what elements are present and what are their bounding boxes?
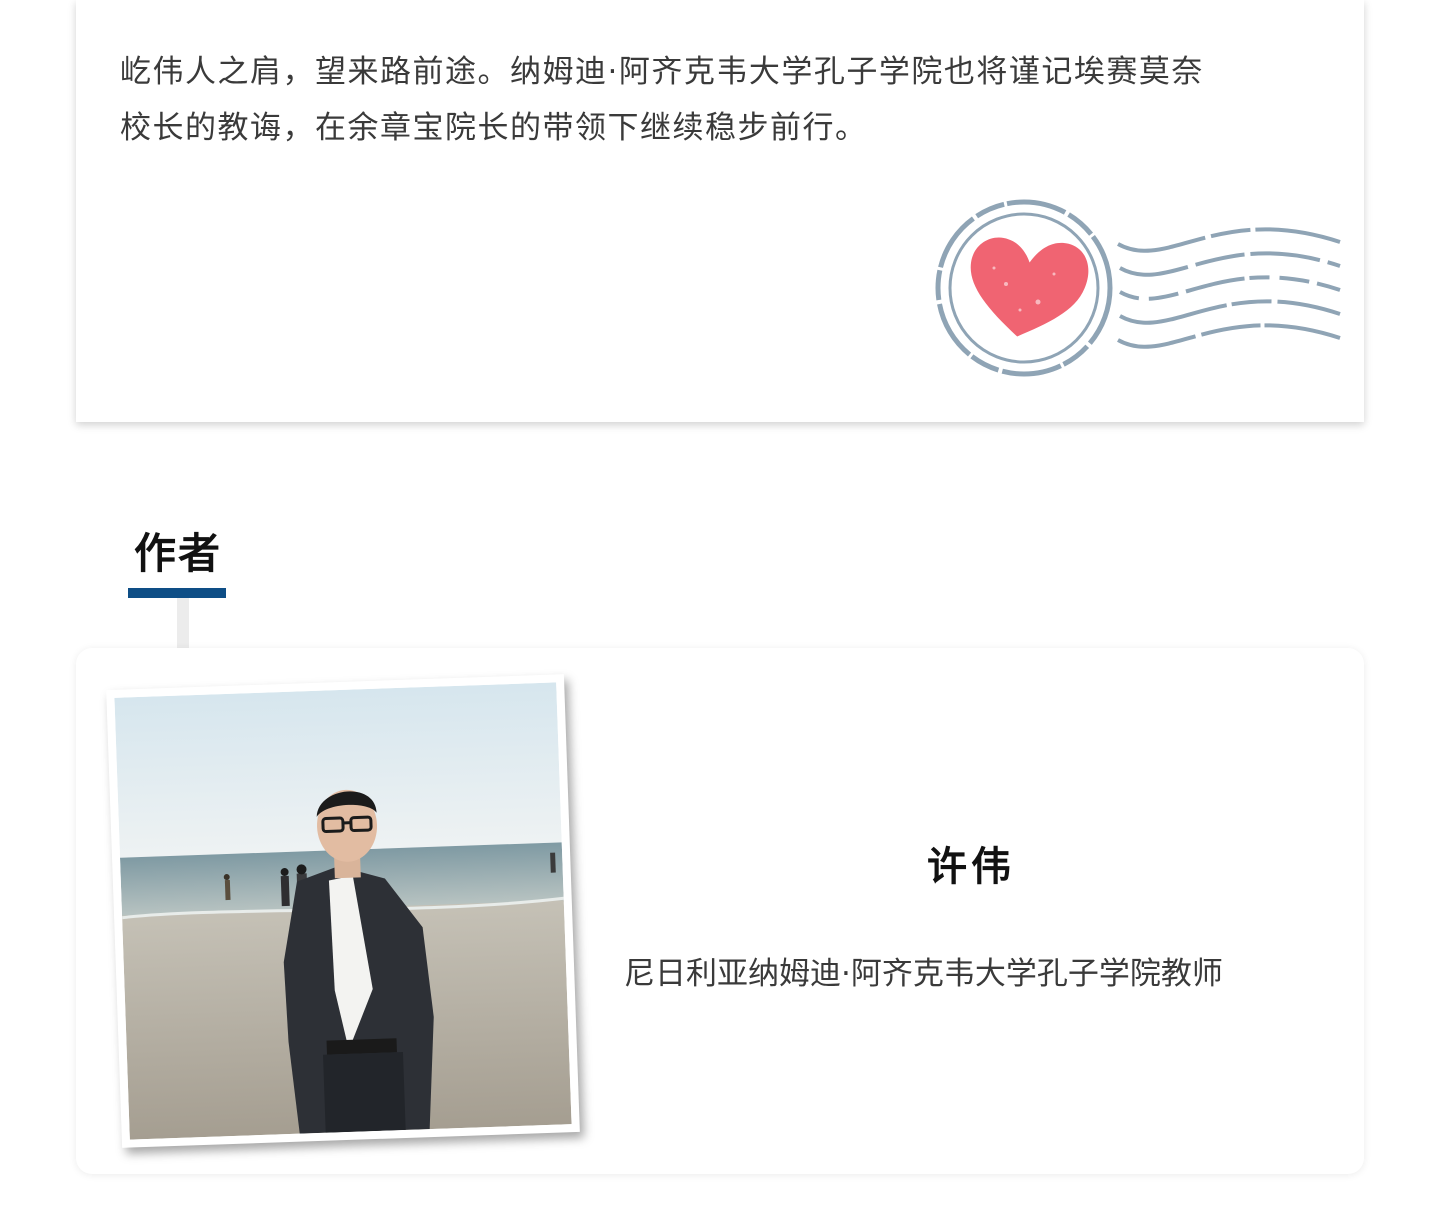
heart-postmark-icon <box>935 199 1341 377</box>
page: 屹伟人之肩，望来路前途。纳姆迪·阿齐克韦大学孔子学院也将谨记埃赛莫奈 校长的教诲… <box>0 0 1440 1223</box>
author-title: 尼日利亚纳姆迪·阿齐克韦大学孔子学院教师 <box>624 956 1223 992</box>
author-name: 许伟 <box>927 844 1015 890</box>
author-photo <box>106 674 580 1148</box>
section-title-underline <box>128 588 226 598</box>
section-connector <box>177 598 189 650</box>
author-card: 许伟 尼日利亚纳姆迪·阿齐克韦大学孔子学院教师 <box>76 648 1364 1174</box>
section-title-author: 作者 <box>134 529 223 578</box>
letter-line-2: 校长的教诲，在余章宝院长的带领下继续稳步前行。 <box>120 110 868 146</box>
letter-card: 屹伟人之肩，望来路前途。纳姆迪·阿齐克韦大学孔子学院也将谨记埃赛莫奈 校长的教诲… <box>76 0 1364 422</box>
author-portrait-image <box>114 682 572 1140</box>
letter-body: 屹伟人之肩，望来路前途。纳姆迪·阿齐克韦大学孔子学院也将谨记埃赛莫奈 校长的教诲… <box>120 44 1320 156</box>
letter-line-1: 屹伟人之肩，望来路前途。纳姆迪·阿齐克韦大学孔子学院也将谨记埃赛莫奈 <box>120 54 1204 90</box>
